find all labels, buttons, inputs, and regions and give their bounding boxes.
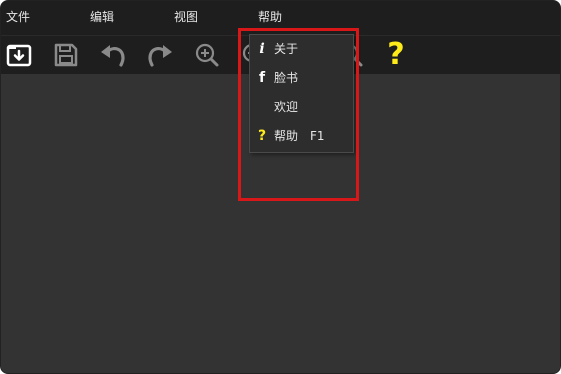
redo-icon — [148, 45, 172, 67]
menu-item-label: 欢迎 — [274, 100, 299, 114]
help-button[interactable]: ? — [381, 40, 411, 70]
menu-item-welcome[interactable]: 欢迎 — [250, 94, 353, 120]
zoom-in-icon — [195, 43, 219, 67]
undo-button[interactable] — [98, 40, 128, 70]
menu-file[interactable]: 文件 — [6, 9, 30, 25]
undo-icon — [101, 45, 125, 67]
menu-help[interactable]: 帮助 — [258, 9, 282, 25]
menu-bar: 文件 编辑 视图 帮助 — [1, 1, 560, 35]
open-file-button[interactable] — [4, 40, 34, 70]
facebook-icon: f — [258, 70, 266, 86]
menu-item-label: 关于 — [274, 42, 299, 56]
menu-view[interactable]: 视图 — [174, 9, 198, 25]
help-icon: ? — [257, 128, 267, 144]
zoom-in-button[interactable] — [192, 40, 222, 70]
save-icon — [54, 43, 78, 67]
save-button[interactable] — [51, 40, 81, 70]
help-icon: ? — [387, 37, 405, 72]
download-folder-icon — [6, 44, 32, 67]
menu-item-facebook[interactable]: f 脸书 — [250, 65, 353, 91]
redo-button[interactable] — [145, 40, 175, 70]
info-icon: i — [259, 41, 265, 57]
app-window: 文件 编辑 视图 帮助 ? i 关于 f 脸书 欢迎 ? 帮助 F1 — [0, 0, 561, 374]
menu-item-label: 帮助 — [274, 129, 299, 143]
menu-item-label: 脸书 — [274, 71, 299, 85]
menu-item-about[interactable]: i 关于 — [250, 36, 353, 62]
menu-item-shortcut: F1 — [310, 129, 325, 143]
menu-item-help[interactable]: ? 帮助 F1 — [250, 123, 353, 149]
help-dropdown-menu: i 关于 f 脸书 欢迎 ? 帮助 F1 — [249, 34, 354, 153]
menu-edit[interactable]: 编辑 — [90, 9, 114, 25]
